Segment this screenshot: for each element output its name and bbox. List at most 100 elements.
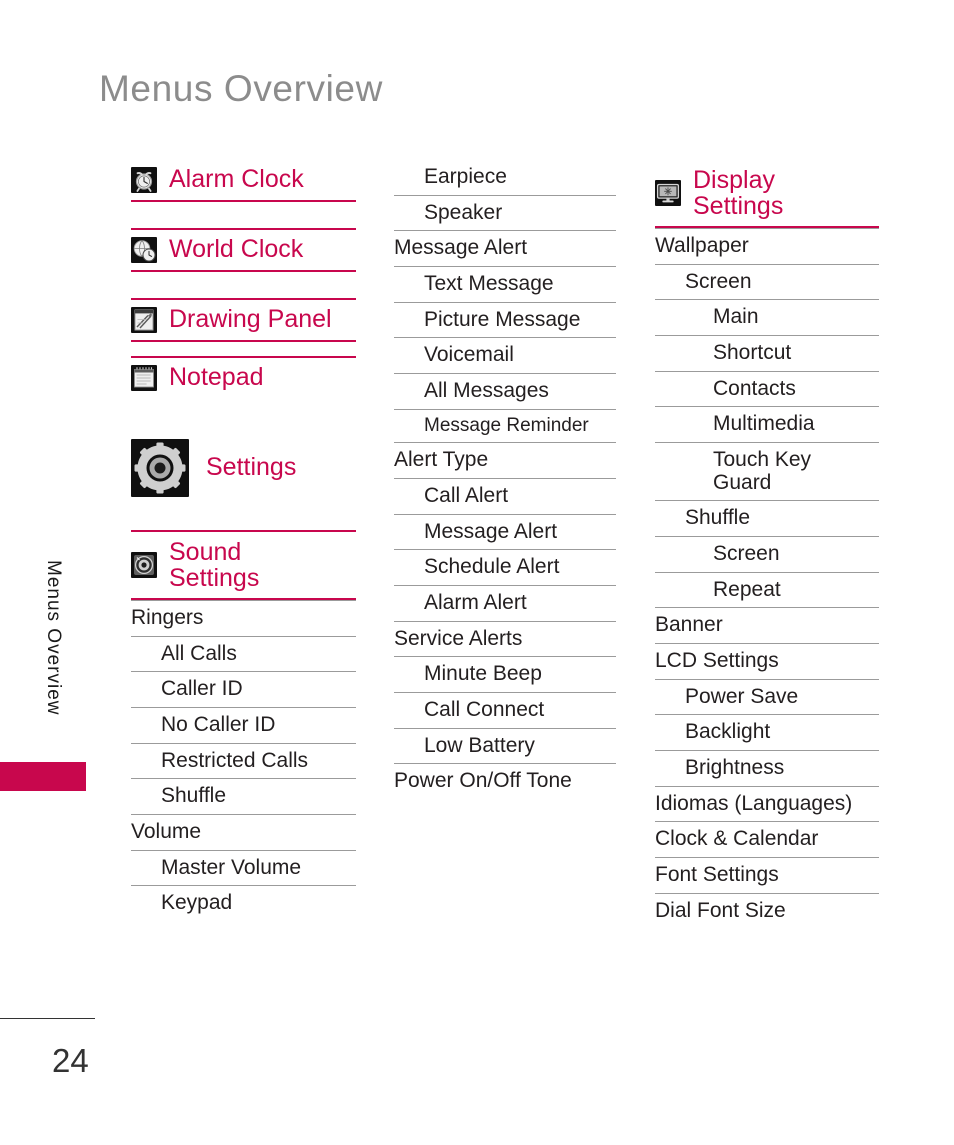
menu-heading-label: Sound Settings [169, 538, 260, 592]
menu-item[interactable]: All Calls [131, 635, 356, 672]
menu-item-label: Shuffle [685, 506, 750, 530]
vertical-section-label: Menus Overview [43, 560, 64, 716]
menu-heading-label: Notepad [169, 363, 264, 392]
menu-item-label: Minute Beep [424, 662, 542, 686]
menu-item-label: Ringers [131, 606, 204, 629]
menu-item-label: Text Message [424, 272, 554, 296]
menu-item[interactable]: Brightness [655, 750, 879, 786]
menu-item[interactable]: Message Reminder [394, 408, 616, 443]
menu-item[interactable]: Call Connect [394, 691, 616, 728]
menu-item-label: Keypad [161, 891, 233, 915]
menu-heading-label: World Clock [169, 235, 304, 264]
menu-heading-drawing-panel[interactable]: Drawing Panel [131, 298, 356, 342]
menu-item-label: Call Connect [424, 697, 545, 721]
menu-item[interactable]: Screen [655, 263, 879, 300]
menu-item-label: Touch Key Guard [713, 448, 812, 494]
menu-item-label: Font Settings [655, 863, 779, 887]
menu-item-label: Speaker [424, 200, 503, 224]
menu-item[interactable]: Restricted Calls [131, 742, 356, 779]
menu-item-label: LCD Settings [655, 649, 779, 673]
menu-item[interactable]: Screen [655, 536, 879, 572]
menu-item[interactable]: Keypad [131, 885, 356, 921]
menu-item[interactable]: Shuffle [131, 778, 356, 814]
menu-item[interactable]: Master Volume [131, 849, 356, 886]
menu-item[interactable]: Speaker [394, 194, 616, 231]
menu-item[interactable]: Main [655, 299, 879, 335]
menu-item[interactable]: Schedule Alert [394, 549, 616, 585]
menu-item[interactable]: Dial Font Size [655, 892, 879, 929]
menu-item-label: Power Save [685, 684, 799, 708]
menu-item[interactable]: Multimedia [655, 406, 879, 442]
menu-item[interactable]: Service Alerts [394, 620, 616, 657]
sound-settings-icon [131, 552, 157, 578]
menu-item[interactable]: Shortcut [655, 335, 879, 371]
menu-item-label: Screen [713, 542, 780, 566]
menu-item[interactable]: Alert Type [394, 442, 616, 478]
menu-item[interactable]: Power Save [655, 678, 879, 715]
notepad-icon [131, 365, 157, 391]
menu-item-label: Brightness [685, 756, 785, 780]
menu-column-1: Alarm Clock World Clock Drawing Panel No… [131, 160, 356, 921]
menu-item-label: All Messages [424, 379, 549, 403]
menu-item[interactable]: Repeat [655, 571, 879, 608]
menu-item-label: Caller ID [161, 677, 243, 701]
menu-item-label: Low Battery [424, 733, 535, 757]
menu-item[interactable]: Text Message [394, 266, 616, 302]
menu-heading-sound-settings[interactable]: Sound Settings [131, 530, 356, 600]
menu-item[interactable]: Low Battery [394, 727, 616, 764]
menu-item[interactable]: Message Alert [394, 230, 616, 266]
menu-item[interactable]: Caller ID [131, 671, 356, 707]
menu-item[interactable]: Shuffle [655, 500, 879, 536]
menu-item[interactable]: All Messages [394, 373, 616, 409]
menu-item-label: Contacts [713, 376, 796, 400]
menu-item[interactable]: Voicemail [394, 337, 616, 373]
menu-item[interactable]: Wallpaper [655, 228, 879, 264]
menu-item-label: Message Reminder [424, 414, 589, 436]
world-clock-icon [131, 237, 157, 263]
menu-item[interactable]: Call Alert [394, 477, 616, 514]
menu-item-label: Multimedia [713, 412, 815, 436]
menu-item[interactable]: Backlight [655, 714, 879, 750]
menu-item[interactable]: Contacts [655, 370, 879, 407]
menu-heading-world-clock[interactable]: World Clock [131, 228, 356, 272]
menu-item-label: Schedule Alert [424, 555, 560, 579]
footer-divider [0, 1018, 95, 1019]
menu-item[interactable]: Font Settings [655, 857, 879, 893]
menu-item[interactable]: Banner [655, 607, 879, 643]
menu-item[interactable]: No Caller ID [131, 707, 356, 743]
menu-item-label: Alarm Alert [424, 590, 527, 614]
menu-item-label: Restricted Calls [161, 748, 309, 772]
menu-heading-label: Alarm Clock [169, 165, 304, 194]
menu-heading-notepad[interactable]: Notepad [131, 356, 356, 398]
menu-item-label: Volume [131, 820, 202, 844]
menu-item[interactable]: Clock & Calendar [655, 821, 879, 857]
menu-item-label: Power On/Off Tone [394, 769, 572, 793]
menu-heading-settings[interactable]: Settings [131, 432, 356, 504]
menu-item-label: Voicemail [424, 343, 514, 367]
menu-item[interactable]: Earpiece [394, 160, 616, 195]
menu-item-label: Alert Type [394, 448, 489, 472]
menu-heading-alarm-clock[interactable]: Alarm Clock [131, 160, 356, 202]
menu-item[interactable]: Minute Beep [394, 656, 616, 692]
menu-item[interactable]: Picture Message [394, 301, 616, 338]
menu-item-label: No Caller ID [161, 713, 276, 737]
menu-item-label: Idiomas (Languages) [655, 791, 853, 815]
menu-column-2: Earpiece Speaker Message Alert Text Message… [394, 160, 616, 799]
menu-heading-label: Display Settings [693, 166, 784, 220]
menu-heading-display-settings[interactable]: Display Settings [655, 160, 879, 228]
menu-item[interactable]: Touch Key Guard [655, 442, 879, 500]
menu-item-label: Shortcut [713, 341, 792, 365]
menu-item[interactable]: Volume [131, 814, 356, 850]
menu-item-label: Service Alerts [394, 626, 523, 650]
menu-item[interactable]: LCD Settings [655, 643, 879, 679]
menu-item[interactable]: Message Alert [394, 513, 616, 550]
menu-item[interactable]: Ringers [131, 600, 356, 636]
menu-item[interactable]: Idiomas (Languages) [655, 785, 879, 822]
menu-item-label: Banner [655, 613, 723, 637]
menu-item-label: Earpiece [424, 165, 507, 188]
menu-item[interactable]: Power On/Off Tone [394, 763, 616, 799]
alarm-clock-icon [131, 167, 157, 193]
menu-item[interactable]: Alarm Alert [394, 584, 616, 621]
display-settings-icon [655, 180, 681, 206]
